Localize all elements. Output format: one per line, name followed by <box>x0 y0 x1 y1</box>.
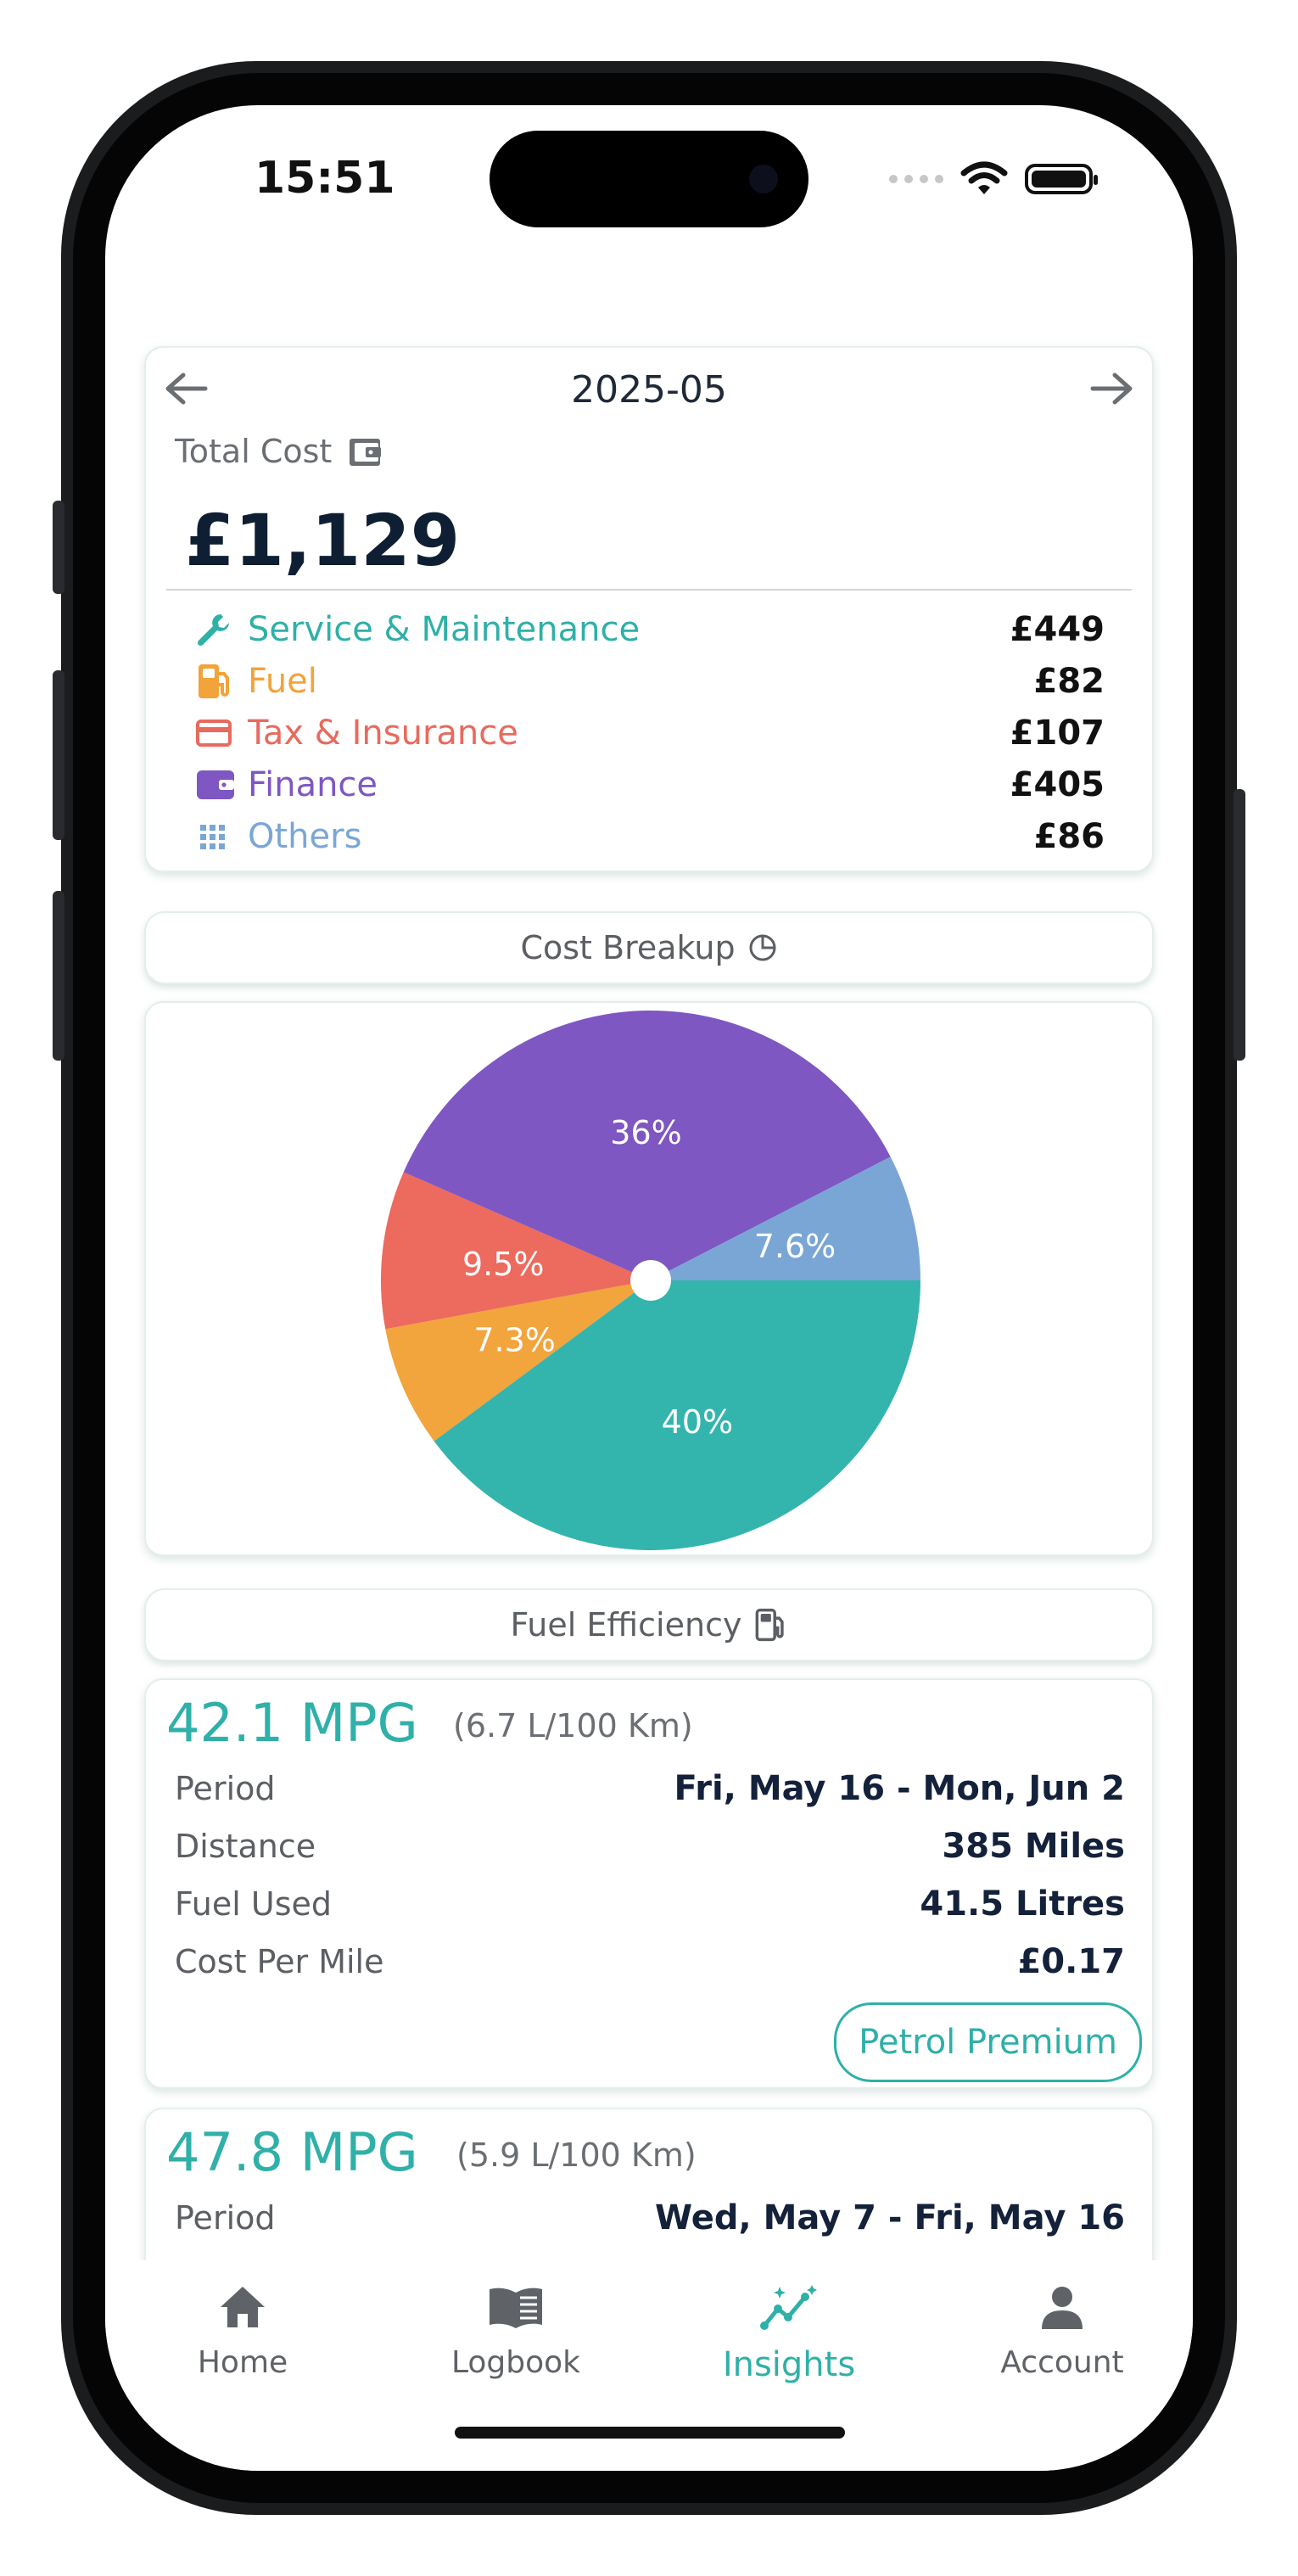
total-cost-card: 2025-05 Total Cost £1,129 Service & Main… <box>144 346 1154 872</box>
fuel-efficiency-header[interactable]: Fuel Efficiency <box>144 1588 1154 1661</box>
row-value: 385 Miles <box>942 1827 1125 1866</box>
cost-breakup-chart-card: 40% 7.3% 9.5% 36% 7.6% <box>144 1001 1154 1556</box>
fuel-pump-icon <box>199 664 229 698</box>
category-amount: £82 <box>1033 662 1105 701</box>
total-cost-label: Total Cost <box>175 433 333 470</box>
credit-card-icon <box>196 720 232 747</box>
next-month-arrow-icon[interactable] <box>1089 370 1135 407</box>
divider <box>166 589 1132 591</box>
tab-label: Logbook <box>450 2345 581 2380</box>
category-name: Tax & Insurance <box>248 714 518 753</box>
fuel-efficiency-title: Fuel Efficiency <box>510 1606 742 1644</box>
tab-home[interactable]: Home <box>141 2277 344 2380</box>
cost-breakup-pie-chart: 40% 7.3% 9.5% 36% 7.6% <box>381 1011 920 1550</box>
row-key: Cost Per Mile <box>175 1943 384 1980</box>
month-title: 2025-05 <box>571 368 727 412</box>
dynamic-island <box>490 131 808 227</box>
category-name: Fuel <box>248 662 317 701</box>
volume-down-button <box>53 891 64 1061</box>
signal-icon <box>889 175 943 183</box>
category-row-tax[interactable]: Tax & Insurance £107 <box>195 709 1105 757</box>
action-button <box>53 501 64 594</box>
battery-icon <box>1025 164 1098 194</box>
volume-up-button <box>53 670 64 840</box>
metric-consumption: (6.7 L/100 Km) <box>453 1707 693 1744</box>
pie-chart-icon <box>749 934 776 961</box>
wallet-icon <box>197 770 234 799</box>
category-name: Service & Maintenance <box>248 610 641 649</box>
fuel-type-badge[interactable]: Petrol Premium <box>834 2002 1142 2082</box>
book-icon <box>490 2288 542 2328</box>
wifi-icon <box>960 161 1008 194</box>
fuel-used-row: Fuel Used 41.5 Litres <box>175 1882 1125 1926</box>
row-value: 41.5 Litres <box>920 1884 1125 1924</box>
insights-icon <box>760 2285 817 2330</box>
mpg-value: 42.1 MPG <box>166 1692 418 1754</box>
status-time: 15:51 <box>255 153 395 204</box>
home-icon <box>221 2287 265 2327</box>
period-row: Period Fri, May 16 - Mon, Jun 2 <box>175 1767 1125 1811</box>
fuel-efficiency-entry[interactable]: 42.1 MPG (6.7 L/100 Km) Period Fri, May … <box>144 1678 1154 2089</box>
category-row-others[interactable]: Others £86 <box>195 813 1105 860</box>
metric-consumption: (5.9 L/100 Km) <box>456 2136 697 2174</box>
pie-slice-label: 7.3% <box>473 1322 556 1359</box>
category-name: Finance <box>248 765 378 804</box>
month-navigator: 2025-05 <box>146 361 1152 412</box>
cost-per-mile-row: Cost Per Mile £0.17 <box>175 1940 1125 1984</box>
tab-insights[interactable]: Insights <box>687 2277 891 2384</box>
category-amount: £107 <box>1010 714 1105 753</box>
status-icons <box>889 161 1098 197</box>
cost-breakup-header[interactable]: Cost Breakup <box>144 911 1154 984</box>
wallet-outline-icon <box>350 439 382 466</box>
tab-label: Home <box>197 2345 288 2380</box>
category-amount: £405 <box>1010 765 1105 804</box>
power-button <box>1234 789 1245 1061</box>
category-row-fuel[interactable]: Fuel £82 <box>195 658 1105 705</box>
tab-account[interactable]: Account <box>960 2277 1164 2380</box>
row-key: Distance <box>175 1828 316 1865</box>
grid-icon <box>200 825 225 849</box>
category-row-service[interactable]: Service & Maintenance £449 <box>195 606 1105 653</box>
screen: 15:51 2025-05 Total Cost £1,129 Service … <box>105 105 1193 2471</box>
row-key: Fuel Used <box>175 1885 332 1923</box>
category-amount: £86 <box>1033 817 1105 856</box>
period-row: Period Wed, May 7 - Fri, May 16 <box>175 2196 1125 2240</box>
pie-slice-label: 40% <box>662 1403 733 1441</box>
row-value: £0.17 <box>1017 1942 1125 1981</box>
category-name: Others <box>248 817 362 856</box>
total-cost-value: £1,129 <box>185 499 461 582</box>
tab-label: Account <box>1000 2345 1124 2380</box>
tab-logbook[interactable]: Logbook <box>414 2277 618 2380</box>
pie-slice-label: 36% <box>610 1114 681 1151</box>
bottom-tab-bar: Home Logbook Insights Account <box>105 2260 1193 2471</box>
wrench-icon <box>197 614 229 647</box>
fuel-pump-icon <box>756 1608 785 1642</box>
home-indicator <box>455 2427 845 2439</box>
row-value: Wed, May 7 - Fri, May 16 <box>655 2198 1125 2237</box>
row-value: Fri, May 16 - Mon, Jun 2 <box>674 1769 1125 1808</box>
pie-slice-label: 9.5% <box>462 1246 545 1283</box>
category-amount: £449 <box>1010 610 1105 649</box>
distance-row: Distance 385 Miles <box>175 1824 1125 1868</box>
pie-slice-label: 7.6% <box>754 1228 836 1265</box>
cost-breakup-title: Cost Breakup <box>520 929 736 966</box>
tab-label: Insights <box>722 2345 856 2384</box>
category-row-finance[interactable]: Finance £405 <box>195 761 1105 809</box>
row-key: Period <box>175 2199 276 2237</box>
person-icon <box>1042 2287 1083 2329</box>
row-key: Period <box>175 1770 276 1807</box>
total-cost-label-row: Total Cost <box>175 433 386 470</box>
pie-center-dot <box>630 1260 671 1301</box>
mpg-value: 47.8 MPG <box>166 2121 418 2183</box>
